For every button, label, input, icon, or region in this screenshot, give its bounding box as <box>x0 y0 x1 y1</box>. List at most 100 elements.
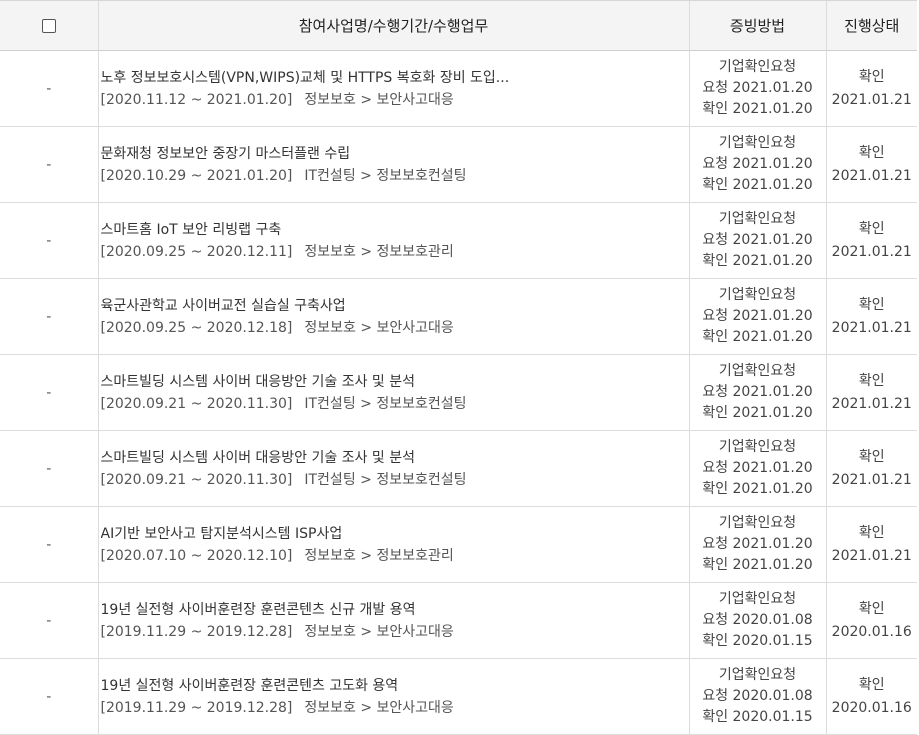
status-date: 2020.01.16 <box>831 623 912 640</box>
table-row: - 스마트홈 IoT 보안 리빙랩 구축 [2020.09.25 ~ 2020.… <box>0 202 917 279</box>
project-title[interactable]: 스마트빌딩 시스템 사이버 대응방안 기술 조사 및 분석 <box>101 447 688 469</box>
row-select-dash: - <box>0 430 98 507</box>
project-cell: 노후 정보보호시스템(VPN,WIPS)교체 및 HTTPS 복호화 장비 도입… <box>97 50 689 127</box>
status-date: 2021.01.21 <box>831 471 912 488</box>
proof-method: 기업확인요청 <box>718 667 797 683</box>
header-proof-method: 증빙방법 <box>688 0 826 51</box>
project-cell: 문화재청 정보보안 중장기 마스터플랜 수립 [2020.10.29 ~ 202… <box>97 126 689 203</box>
header-project: 참여사업명/수행기간/수행업무 <box>97 0 689 51</box>
proof-cell: 기업확인요청 요청 2021.01.20 확인 2021.01.20 <box>688 202 826 279</box>
project-period: [2020.09.21 ~ 2020.11.30] <box>100 395 293 412</box>
status-cell: 확인 2021.01.21 <box>825 126 917 203</box>
row-select-dash: - <box>0 354 98 431</box>
project-task: 정보보호 > 보안사고대응 <box>304 91 454 108</box>
proof-request-date: 요청 2021.01.20 <box>702 384 813 400</box>
project-meta: [2020.09.21 ~ 2020.11.30] IT컨설팅 > 정보보호컨설팅 <box>101 393 688 415</box>
project-title[interactable]: 19년 실전형 사이버훈련장 훈련콘텐츠 신규 개발 용역 <box>101 599 688 621</box>
project-meta: [2020.09.25 ~ 2020.12.11] 정보보호 > 정보보호관리 <box>101 241 688 263</box>
status-cell: 확인 2021.01.21 <box>825 50 917 127</box>
project-table-container: 참여사업명/수행기간/수행업무 증빙방법 진행상태 - 노후 정보보호시스템(V… <box>0 0 919 735</box>
status-date: 2021.01.21 <box>831 547 912 564</box>
project-cell: 육군사관학교 사이버교전 실습실 구축사업 [2020.09.25 ~ 2020… <box>97 278 689 355</box>
row-select-dash: - <box>0 202 98 279</box>
table-row: - 스마트빌딩 시스템 사이버 대응방안 기술 조사 및 분석 [2020.09… <box>0 430 917 507</box>
project-period: [2020.07.10 ~ 2020.12.10] <box>100 547 293 564</box>
project-meta: [2019.11.29 ~ 2019.12.28] 정보보호 > 보안사고대응 <box>101 621 688 643</box>
proof-method: 기업확인요청 <box>718 363 797 379</box>
project-title[interactable]: 스마트빌딩 시스템 사이버 대응방안 기술 조사 및 분석 <box>101 371 688 393</box>
status-date: 2021.01.21 <box>831 167 912 184</box>
proof-confirm-date: 확인 2021.01.20 <box>702 177 813 193</box>
proof-request-date: 요청 2021.01.20 <box>702 460 813 476</box>
project-task: 정보보호 > 정보보호관리 <box>304 243 454 260</box>
row-select-dash: - <box>0 278 98 355</box>
status-cell: 확인 2021.01.21 <box>825 278 917 355</box>
status-date: 2021.01.21 <box>831 243 912 260</box>
project-meta: [2020.07.10 ~ 2020.12.10] 정보보호 > 정보보호관리 <box>101 545 688 567</box>
proof-cell: 기업확인요청 요청 2020.01.08 확인 2020.01.15 <box>688 658 826 735</box>
project-period: [2020.09.25 ~ 2020.12.11] <box>100 243 293 260</box>
row-select-dash: - <box>0 582 98 659</box>
project-cell: 19년 실전형 사이버훈련장 훈련콘텐츠 고도화 용역 [2019.11.29 … <box>97 658 689 735</box>
project-meta: [2020.11.12 ~ 2021.01.20] 정보보호 > 보안사고대응 <box>101 89 688 111</box>
project-cell: 스마트빌딩 시스템 사이버 대응방안 기술 조사 및 분석 [2020.09.2… <box>97 430 689 507</box>
proof-confirm-date: 확인 2021.01.20 <box>702 101 813 117</box>
status-cell: 확인 2021.01.21 <box>825 202 917 279</box>
proof-request-date: 요청 2020.01.08 <box>702 612 813 628</box>
project-meta: [2020.09.25 ~ 2020.12.18] 정보보호 > 보안사고대응 <box>101 317 688 339</box>
project-title[interactable]: 스마트홈 IoT 보안 리빙랩 구축 <box>101 219 688 241</box>
table-row: - 노후 정보보호시스템(VPN,WIPS)교체 및 HTTPS 복호화 장비 … <box>0 50 917 127</box>
row-select-dash: - <box>0 506 98 583</box>
table-body: - 노후 정보보호시스템(VPN,WIPS)교체 및 HTTPS 복호화 장비 … <box>0 50 917 735</box>
row-select-dash: - <box>0 50 98 127</box>
project-cell: 스마트홈 IoT 보안 리빙랩 구축 [2020.09.25 ~ 2020.12… <box>97 202 689 279</box>
status-date: 2021.01.21 <box>831 395 912 412</box>
status-cell: 확인 2021.01.21 <box>825 430 917 507</box>
table-header: 참여사업명/수행기간/수행업무 증빙방법 진행상태 <box>0 0 917 51</box>
project-title[interactable]: 노후 정보보호시스템(VPN,WIPS)교체 및 HTTPS 복호화 장비 도입… <box>101 67 688 89</box>
table-row: - 문화재청 정보보안 중장기 마스터플랜 수립 [2020.10.29 ~ 2… <box>0 126 917 203</box>
project-title[interactable]: 19년 실전형 사이버훈련장 훈련콘텐츠 고도화 용역 <box>101 675 688 697</box>
status-label: 확인 <box>858 524 885 541</box>
project-cell: AI기반 보안사고 탐지분석시스템 ISP사업 [2020.07.10 ~ 20… <box>97 506 689 583</box>
project-meta: [2020.10.29 ~ 2021.01.20] IT컨설팅 > 정보보호컨설팅 <box>101 165 688 187</box>
project-task: 정보보호 > 보안사고대응 <box>304 699 454 716</box>
status-date: 2021.01.21 <box>831 91 912 108</box>
proof-confirm-date: 확인 2021.01.20 <box>702 253 813 269</box>
status-label: 확인 <box>858 372 885 389</box>
table-row: - 19년 실전형 사이버훈련장 훈련콘텐츠 고도화 용역 [2019.11.2… <box>0 658 917 735</box>
table-row: - 육군사관학교 사이버교전 실습실 구축사업 [2020.09.25 ~ 20… <box>0 278 917 355</box>
project-title[interactable]: AI기반 보안사고 탐지분석시스템 ISP사업 <box>101 523 688 545</box>
status-cell: 확인 2021.01.21 <box>825 354 917 431</box>
project-title[interactable]: 문화재청 정보보안 중장기 마스터플랜 수립 <box>101 143 688 165</box>
proof-request-date: 요청 2020.01.08 <box>702 688 813 704</box>
status-label: 확인 <box>858 220 885 237</box>
proof-confirm-date: 확인 2020.01.15 <box>702 633 813 649</box>
table-row: - 스마트빌딩 시스템 사이버 대응방안 기술 조사 및 분석 [2020.09… <box>0 354 917 431</box>
status-label: 확인 <box>858 676 885 693</box>
proof-cell: 기업확인요청 요청 2021.01.20 확인 2021.01.20 <box>688 354 826 431</box>
row-select-dash: - <box>0 658 98 735</box>
proof-method: 기업확인요청 <box>718 135 797 151</box>
proof-method: 기업확인요청 <box>718 439 797 455</box>
status-label: 확인 <box>858 68 885 85</box>
project-title[interactable]: 육군사관학교 사이버교전 실습실 구축사업 <box>101 295 688 317</box>
header-status: 진행상태 <box>825 0 917 51</box>
proof-request-date: 요청 2021.01.20 <box>702 80 813 96</box>
proof-method: 기업확인요청 <box>718 591 797 607</box>
project-period: [2019.11.29 ~ 2019.12.28] <box>100 699 293 716</box>
proof-cell: 기업확인요청 요청 2021.01.20 확인 2021.01.20 <box>688 278 826 355</box>
status-cell: 확인 2021.01.21 <box>825 506 917 583</box>
table-row: - AI기반 보안사고 탐지분석시스템 ISP사업 [2020.07.10 ~ … <box>0 506 917 583</box>
proof-method: 기업확인요청 <box>718 287 797 303</box>
status-label: 확인 <box>858 600 885 617</box>
proof-cell: 기업확인요청 요청 2020.01.08 확인 2020.01.15 <box>688 582 826 659</box>
project-task: 정보보호 > 보안사고대응 <box>304 319 454 336</box>
project-period: [2020.11.12 ~ 2021.01.20] <box>100 91 293 108</box>
select-all-checkbox[interactable] <box>41 19 56 33</box>
project-task: IT컨설팅 > 정보보호컨설팅 <box>304 471 467 488</box>
header-select-all <box>0 0 98 51</box>
project-period: [2020.09.21 ~ 2020.11.30] <box>100 471 293 488</box>
proof-confirm-date: 확인 2021.01.20 <box>702 329 813 345</box>
proof-confirm-date: 확인 2021.01.20 <box>702 405 813 421</box>
